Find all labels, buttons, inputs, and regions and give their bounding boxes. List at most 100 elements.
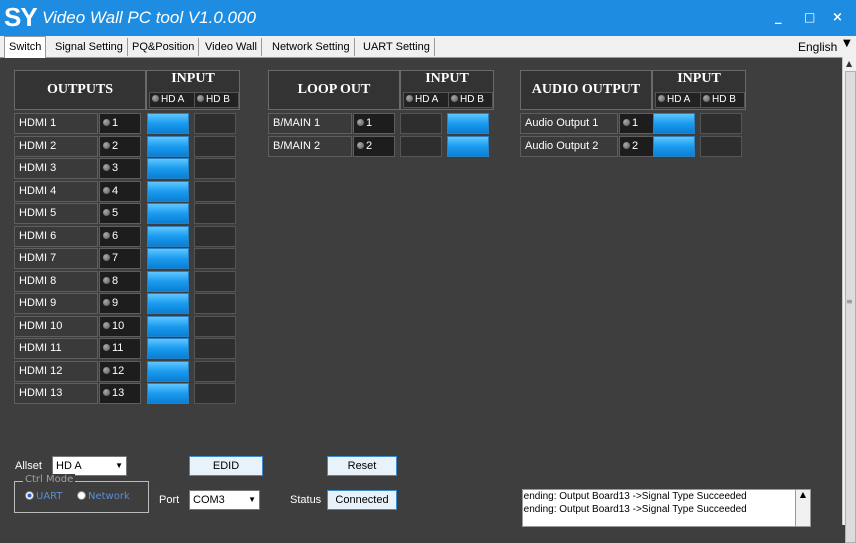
outputs-input-title: INPUT xyxy=(171,71,215,86)
output-select-hd-b[interactable] xyxy=(194,315,236,337)
chevron-down-icon[interactable]: ▼ xyxy=(843,38,851,49)
ctrl-mode-network-radio[interactable]: Network xyxy=(77,491,130,502)
audio-source-hd-a: HD A xyxy=(655,92,701,108)
output-row-number: 2 xyxy=(99,135,141,157)
output-row-number: 4 xyxy=(99,180,141,202)
outputs-source-hd-a: HD A xyxy=(149,92,195,108)
log-scrollbar[interactable]: ▲ xyxy=(795,489,811,527)
output-row-number: 8 xyxy=(99,270,141,292)
output-select-hd-a[interactable] xyxy=(147,225,189,247)
output-select-hd-a[interactable] xyxy=(147,315,189,337)
output-select-hd-a[interactable] xyxy=(147,383,189,404)
output-select-hd-b[interactable] xyxy=(194,248,236,269)
tab-pq-position[interactable]: PQ&Position xyxy=(128,38,200,56)
close-button[interactable]: × xyxy=(832,10,843,25)
minimize-button[interactable]: _ xyxy=(775,10,782,25)
audio-output-select-hd-b[interactable] xyxy=(700,113,742,134)
chevron-down-icon: ▼ xyxy=(115,461,123,470)
output-select-hd-b[interactable] xyxy=(194,225,236,247)
output-row-label: HDMI 11 xyxy=(14,338,98,359)
output-select-hd-b[interactable] xyxy=(194,180,236,202)
led-icon xyxy=(658,95,665,102)
led-icon xyxy=(103,366,110,374)
output-select-hd-b[interactable] xyxy=(194,113,236,134)
output-row-number: 9 xyxy=(99,293,141,314)
output-select-hd-b[interactable] xyxy=(194,203,236,224)
scroll-up-icon[interactable]: ▲ xyxy=(846,59,852,68)
reset-button[interactable]: Reset xyxy=(327,456,397,476)
tab-switch[interactable]: Switch xyxy=(4,36,47,58)
audio-output-select-hd-a[interactable] xyxy=(653,113,695,134)
log-textbox[interactable]: Sending: Output Board13 ->Signal Type Su… xyxy=(522,489,797,527)
output-select-hd-a[interactable] xyxy=(147,293,189,314)
output-row-label: HDMI 3 xyxy=(14,158,98,179)
led-icon xyxy=(451,95,458,102)
output-select-hd-a[interactable] xyxy=(147,113,189,134)
ctrl-mode-uart-radio[interactable]: UART xyxy=(25,491,63,502)
led-icon xyxy=(357,119,364,126)
tab-network-setting[interactable]: Network Setting xyxy=(268,38,355,56)
log-line: Sending: Output Board13 ->Signal Type Su… xyxy=(522,504,747,515)
output-select-hd-b[interactable] xyxy=(194,360,236,382)
output-select-hd-b[interactable] xyxy=(194,293,236,314)
output-select-hd-a[interactable] xyxy=(147,360,189,382)
status-value: Connected xyxy=(327,490,397,510)
output-row-label: HDMI 9 xyxy=(14,293,98,314)
output-select-hd-a[interactable] xyxy=(147,248,189,269)
led-icon xyxy=(357,141,364,149)
audio-output-input-header: INPUT HD A HD B xyxy=(652,70,746,110)
output-select-hd-a[interactable] xyxy=(147,203,189,224)
app-title: Video Wall PC tool V1.0.000 xyxy=(42,8,256,27)
app-logo: SY xyxy=(4,2,38,32)
output-row-number: 13 xyxy=(99,383,141,404)
loop-out-source-hd-b: HD B xyxy=(448,92,493,108)
audio-output-select-hd-a[interactable] xyxy=(653,135,695,157)
output-select-hd-b[interactable] xyxy=(194,158,236,179)
allset-select[interactable]: HD A ▼ xyxy=(52,456,127,476)
loop-out-row-number: 2 xyxy=(353,135,395,157)
loop-out-select-hd-b[interactable] xyxy=(447,113,489,134)
led-icon xyxy=(103,321,110,329)
output-row-label: HDMI 10 xyxy=(14,315,98,337)
scroll-up-icon[interactable]: ▲ xyxy=(800,490,806,499)
led-icon xyxy=(103,389,110,396)
tab-uart-setting[interactable]: UART Setting xyxy=(359,38,435,56)
language-select[interactable]: English xyxy=(793,38,837,56)
audio-output-row-label: Audio Output 2 xyxy=(520,135,618,157)
led-icon xyxy=(103,231,110,239)
port-select[interactable]: COM3 ▼ xyxy=(189,490,260,510)
output-select-hd-a[interactable] xyxy=(147,135,189,157)
scrollbar-thumb[interactable] xyxy=(845,71,856,543)
ctrl-mode-group: Ctrl Mode UART Network xyxy=(14,474,149,513)
output-row-label: HDMI 5 xyxy=(14,203,98,224)
output-select-hd-a[interactable] xyxy=(147,180,189,202)
loop-out-select-hd-a[interactable] xyxy=(400,135,442,157)
output-select-hd-b[interactable] xyxy=(194,383,236,404)
led-icon xyxy=(103,141,110,149)
outputs-input-header: INPUT HD A HD B xyxy=(146,70,240,110)
output-select-hd-a[interactable] xyxy=(147,270,189,292)
output-select-hd-b[interactable] xyxy=(194,270,236,292)
loop-out-select-hd-a[interactable] xyxy=(400,113,442,134)
main-scrollbar[interactable]: ▲ ≡ xyxy=(842,57,856,543)
output-row-label: HDMI 2 xyxy=(14,135,98,157)
maximize-button[interactable]: □ xyxy=(804,10,815,24)
audio-output-select-hd-b[interactable] xyxy=(700,135,742,157)
output-row-number: 12 xyxy=(99,360,141,382)
output-select-hd-a[interactable] xyxy=(147,338,189,359)
outputs-header: OUTPUTS xyxy=(14,70,146,110)
output-select-hd-b[interactable] xyxy=(194,135,236,157)
tab-signal-setting[interactable]: Signal Setting xyxy=(51,38,128,56)
led-icon xyxy=(103,276,110,284)
tab-video-wall[interactable]: Video Wall xyxy=(201,38,262,56)
edid-button[interactable]: EDID xyxy=(189,456,263,476)
led-icon xyxy=(623,119,630,126)
led-icon xyxy=(703,95,710,102)
loop-out-select-hd-b[interactable] xyxy=(447,135,489,157)
led-icon xyxy=(103,344,110,351)
output-select-hd-a[interactable] xyxy=(147,158,189,179)
output-select-hd-b[interactable] xyxy=(194,338,236,359)
led-icon xyxy=(103,299,110,306)
output-row-label: HDMI 13 xyxy=(14,383,98,404)
led-icon xyxy=(103,254,110,261)
